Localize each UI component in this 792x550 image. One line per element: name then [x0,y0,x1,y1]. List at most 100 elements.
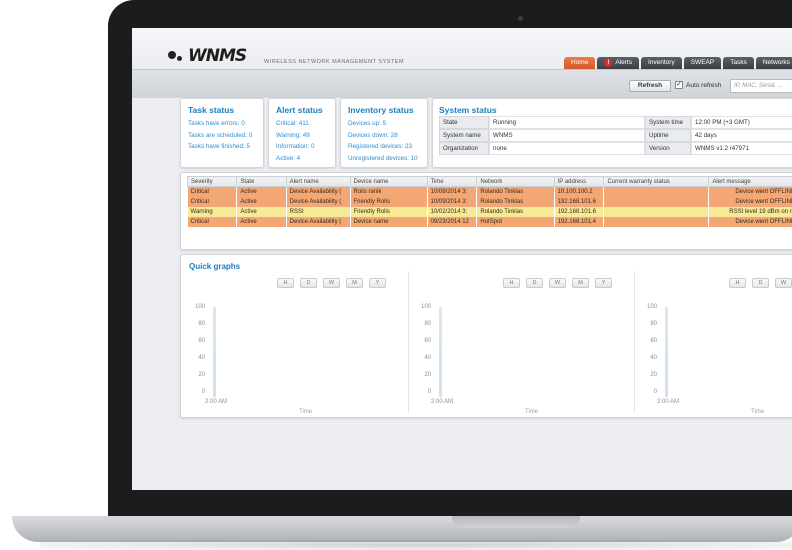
cell-alert: Device Availability ( [286,216,351,227]
auto-refresh-checkbox[interactable]: ✓ [675,81,683,89]
sys-value: Running [489,116,645,129]
cell-message: Device went OFFLINE [708,216,792,227]
cell-state: Active [236,216,287,227]
alert-critical-link[interactable]: Critical: 411 [276,118,328,130]
range-hour-button[interactable]: H [729,278,746,288]
devices-up-link[interactable]: Devices up: 5 [348,118,420,130]
table-row[interactable]: Critical Active Device Availability ( De… [187,216,792,227]
range-day-button[interactable]: D [526,278,543,288]
device-link[interactable]: Device name [350,216,428,227]
table-row[interactable]: Critical Active Device Availability ( Fr… [187,196,792,207]
table-row[interactable]: Critical Active Device Availability ( Ro… [187,186,792,197]
cell-warranty [603,216,710,227]
y-tick: 20 [424,372,431,378]
quick-graph: H D W M Y 100 80 60 40 20 0 2:00 AM Time [639,271,792,415]
devices-down-link[interactable]: Devices down: 28 [348,130,420,142]
task-finished-link[interactable]: Tasks have finished: 5 [188,141,256,153]
sys-label: Uptime [645,129,691,142]
range-week-button[interactable]: W [323,278,340,288]
column-header[interactable]: Severity [186,176,238,187]
range-month-button[interactable]: M [572,278,589,288]
column-header[interactable]: Alert name [285,176,351,187]
column-header[interactable]: IP address [553,176,605,187]
device-link[interactable]: Rolis ranik [350,186,428,197]
alert-warning-link[interactable]: Warning: 49 [276,130,328,142]
cell-time: 10/02/2014 3: [427,206,478,217]
sys-value: none [489,142,645,155]
y-tick: 0 [427,389,431,395]
cell-alert: RSSI [286,206,351,217]
refresh-button[interactable]: Refresh [629,80,671,92]
table-header-row: Severity State Alert name Device name Ti… [186,176,792,187]
range-day-button[interactable]: D [752,278,769,288]
graph-bar [213,307,216,397]
cell-warranty [603,206,710,217]
system-row: Organization none Version WNMS v1.2 r479… [439,142,792,155]
logo[interactable]: WNMS [168,46,247,66]
cell-alert: Device Availability ( [286,196,351,207]
range-week-button[interactable]: W [549,278,566,288]
column-header[interactable]: Network [476,176,555,187]
tab-sweap[interactable]: SWEAP [683,57,722,69]
y-tick: 100 [420,304,431,310]
device-link[interactable]: Friendly Rolis [350,196,428,207]
range-year-button[interactable]: Y [369,278,386,288]
task-errors-link[interactable]: Tasks have errors: 0 [188,118,256,130]
auto-refresh-toggle[interactable]: ✓ Auto refresh [675,81,721,89]
range-day-button[interactable]: D [300,278,317,288]
cell-message: RSSI level 19 dBm on ra [708,206,792,217]
tab-inventory[interactable]: Inventory [640,57,682,69]
quick-graphs-panel: Quick graphs H D W M Y 100 80 60 40 20 0… [180,254,792,418]
x-tick: 2:00 AM [431,399,454,405]
sys-label: Version [645,142,691,155]
x-tick: 2:00 AM [205,399,228,405]
page-footer-area [132,428,792,490]
tab-home[interactable]: Home [564,57,596,69]
y-tick: 80 [650,321,657,327]
y-tick: 60 [650,338,657,344]
cell-severity: Warning [187,206,238,217]
tab-label: Alerts [615,59,632,66]
cell-ip: 192.168.101.4 [554,216,605,227]
sys-value: WNMS [489,129,645,142]
graph-bar [439,307,442,397]
x-tick: 2:00 AM [657,399,680,405]
y-tick: 20 [198,372,205,378]
search-input[interactable]: IP, MAC, Serial, ... [730,79,792,93]
cell-ip: 10.100.100.2 [554,186,605,197]
inventory-status-card: Inventory status Devices up: 5 Devices d… [340,98,428,168]
cell-message: Device went OFFLINE [708,186,792,197]
cell-ip: 192.168.101.6 [554,196,605,207]
x-axis-label: Time [299,409,313,415]
cell-severity: Critical [187,216,238,227]
range-year-button[interactable]: Y [595,278,612,288]
tab-alerts[interactable]: ! Alerts [597,57,639,69]
unregistered-devices-link[interactable]: Unregistered devices: 10 [348,153,420,165]
registered-devices-link[interactable]: Registered devices: 23 [348,141,420,153]
cell-severity: Critical [187,196,238,207]
column-header[interactable]: Device name [349,176,428,187]
alert-active-link[interactable]: Active: 4 [276,153,328,165]
column-header[interactable]: Alert message [708,176,792,187]
range-month-button[interactable]: M [346,278,363,288]
y-tick: 60 [424,338,431,344]
column-header[interactable]: State [236,176,287,187]
tab-tasks[interactable]: Tasks [723,57,754,69]
tab-networks[interactable]: Networks [755,57,792,69]
x-axis-label: Time [525,409,539,415]
task-scheduled-link[interactable]: Tasks are scheduled: 0 [188,130,256,142]
range-hour-button[interactable]: H [503,278,520,288]
column-header[interactable]: Current warranty status [603,176,710,187]
app-subtitle: WIRELESS NETWORK MANAGEMENT SYSTEM [264,59,405,65]
tab-label: Tasks [730,59,747,66]
y-tick: 40 [198,355,205,361]
range-week-button[interactable]: W [775,278,792,288]
column-header[interactable]: Time [426,176,478,187]
y-tick: 0 [653,389,657,395]
range-hour-button[interactable]: H [277,278,294,288]
cell-state: Active [236,196,287,207]
table-row[interactable]: Warning Active RSSI Friendly Rolis 10/02… [187,206,792,217]
cell-ip: 192.168.101.6 [554,206,605,217]
device-link[interactable]: Friendly Rolis [350,206,428,217]
alert-info-link[interactable]: Information: 0 [276,141,328,153]
